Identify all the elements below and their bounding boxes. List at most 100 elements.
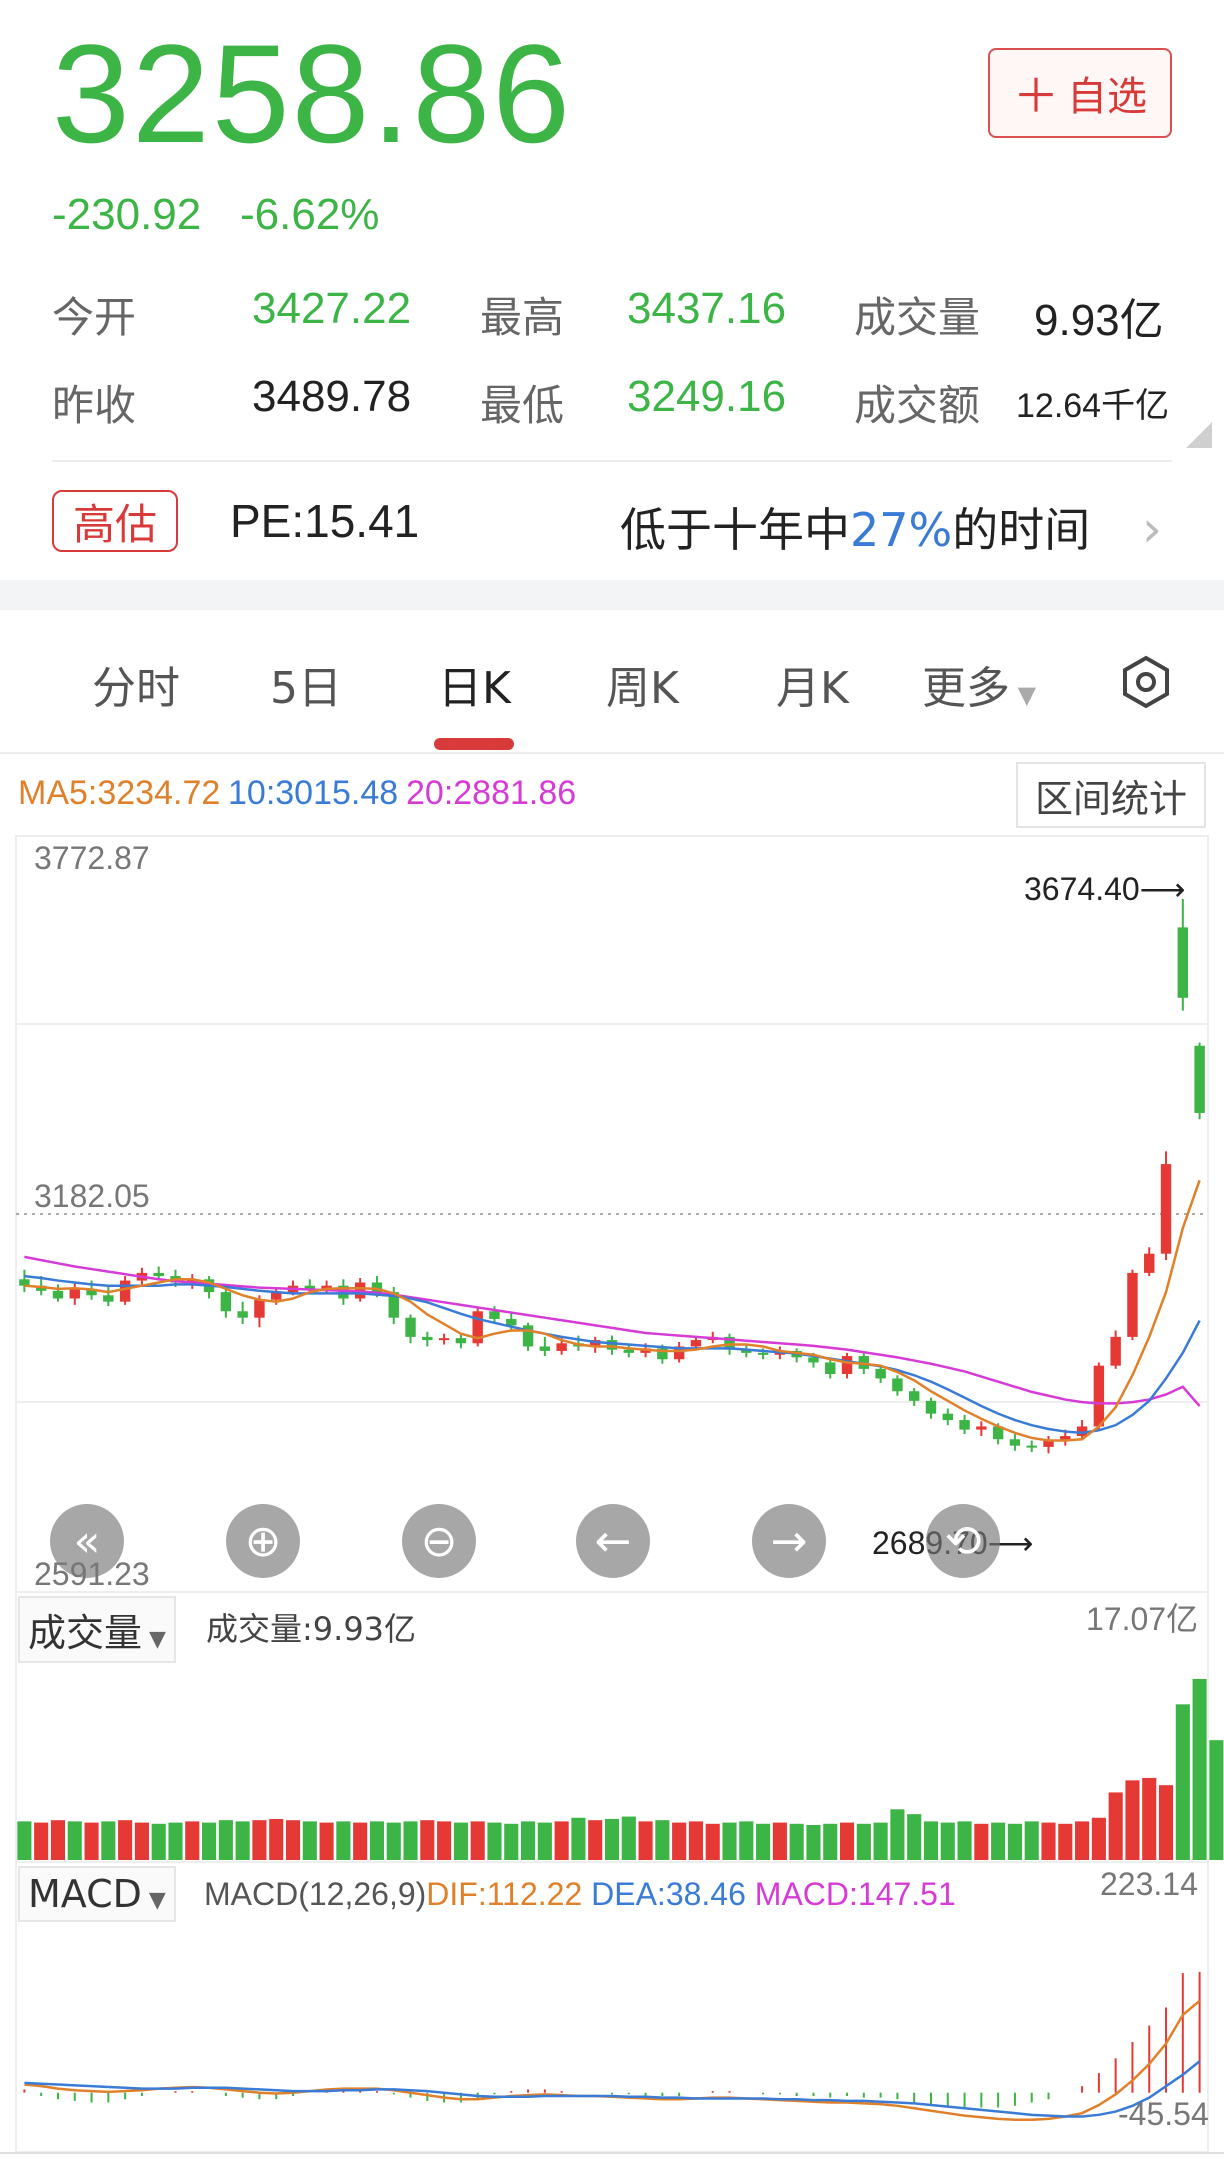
volume-bar: [1158, 1785, 1174, 1860]
caret-down-icon: ▼: [141, 1888, 166, 1913]
macd-plot: [23, 1971, 1201, 2121]
volume-bar: [772, 1822, 787, 1860]
volume-bar: [907, 1814, 922, 1860]
volume-bar: [252, 1820, 267, 1860]
candle-body: [606, 1340, 618, 1350]
volume-bar: [806, 1825, 821, 1860]
zoom-in-icon[interactable]: ⊕: [226, 1504, 300, 1578]
candle-body: [1110, 1336, 1121, 1366]
reset-icon[interactable]: ⟲: [926, 1504, 1000, 1578]
candle-body: [623, 1349, 634, 1353]
candles: [19, 899, 1205, 1454]
arrow-right-icon[interactable]: →: [752, 1504, 826, 1578]
volume-bar: [1142, 1777, 1157, 1860]
macd-selector-label: MACD: [28, 1872, 142, 1916]
dif-line: [24, 1999, 1201, 2121]
y-axis-mid: 3182.05: [34, 1178, 150, 1214]
zoom-out-icon[interactable]: ⊖: [402, 1504, 476, 1578]
volume-bar: [118, 1820, 133, 1860]
volume-bar: [336, 1821, 351, 1860]
macd-min: -45.54: [1118, 2096, 1209, 2132]
volume-bar: [269, 1818, 284, 1860]
macd-dea: DEA:38.46: [591, 1876, 746, 1912]
volume-bar: [218, 1820, 233, 1860]
high-marker-value: 3674.40: [1024, 871, 1140, 907]
volume-bar: [84, 1822, 99, 1860]
candle-body: [925, 1400, 937, 1414]
volume-bar: [1125, 1780, 1140, 1860]
volume-bar: [134, 1822, 149, 1860]
ma20-line: [24, 1255, 1201, 1407]
volume-bar: [705, 1823, 720, 1860]
volume-bar: [67, 1821, 82, 1860]
candle-body: [892, 1378, 903, 1392]
volume-bar: [839, 1822, 855, 1860]
candle-body: [1026, 1445, 1037, 1448]
volume-bar: [1041, 1822, 1056, 1860]
candle-body: [119, 1280, 131, 1302]
volume-bar: [168, 1822, 183, 1860]
volume-bar: [369, 1821, 385, 1860]
candle-body: [1127, 1272, 1138, 1337]
volume-bar: [1192, 1678, 1207, 1860]
candle-body: [757, 1352, 769, 1355]
y-axis-top: 3772.87: [34, 840, 150, 876]
candle-body: [976, 1426, 987, 1430]
volume-bar: [588, 1820, 603, 1860]
volume-bar: [386, 1822, 401, 1860]
volume-bar: [789, 1823, 804, 1860]
volume-bar: [285, 1820, 301, 1860]
candle-body: [254, 1299, 265, 1318]
macd-max: 223.14: [1100, 1866, 1198, 1902]
volume-bar: [823, 1823, 838, 1860]
candle-body: [875, 1368, 886, 1379]
volume-bar: [655, 1820, 670, 1860]
candle-body: [455, 1338, 467, 1344]
volume-bar: [621, 1816, 636, 1860]
volume-bar: [202, 1822, 217, 1860]
candle-body: [1177, 927, 1189, 998]
volume-bar: [974, 1823, 989, 1860]
candle-body: [237, 1311, 248, 1318]
volume-bar: [638, 1821, 653, 1860]
candle-body: [1009, 1439, 1021, 1446]
stock-chart[interactable]: [0, 0, 1224, 2169]
volume-bar: [991, 1822, 1006, 1860]
arrow-left-icon[interactable]: ←: [576, 1504, 650, 1578]
volume-bar: [17, 1821, 32, 1860]
caret-down-icon: ▼: [142, 1627, 166, 1652]
volume-bars: [17, 1678, 1224, 1860]
candle-body: [539, 1346, 551, 1351]
volume-bar: [739, 1821, 754, 1860]
volume-bar: [1209, 1740, 1224, 1860]
volume-selector[interactable]: 成交量 ▼: [18, 1596, 176, 1663]
volume-bar: [34, 1822, 49, 1860]
candle-body: [438, 1338, 450, 1341]
volume-bar: [1091, 1817, 1106, 1860]
macd-legend: MACD(12,26,9)DIF:112.22 DEA:38.46 MACD:1…: [204, 1876, 956, 1913]
volume-bar: [571, 1817, 586, 1860]
candle-body: [942, 1413, 953, 1421]
candle-body: [506, 1318, 517, 1326]
chart-grid: [15, 835, 1209, 2153]
candle-body: [1093, 1365, 1105, 1427]
volume-bar: [940, 1822, 955, 1860]
volume-bar: [101, 1821, 116, 1860]
volume-bar: [756, 1823, 771, 1860]
volume-selector-label: 成交量: [28, 1611, 143, 1655]
volume-bar: [554, 1821, 569, 1860]
candle-body: [556, 1343, 567, 1351]
macd-value: MACD:147.51: [754, 1876, 956, 1912]
volume-label: 成交量:9.93亿: [206, 1610, 417, 1648]
volume-bar: [1175, 1704, 1190, 1860]
volume-bar: [537, 1822, 552, 1860]
macd-selector[interactable]: MACD ▼: [18, 1866, 176, 1922]
fast-back-icon[interactable]: «: [50, 1504, 124, 1578]
dea-line: [24, 2060, 1201, 2118]
volume-bar: [504, 1823, 519, 1860]
volume-bar: [604, 1818, 620, 1860]
candle-body: [153, 1272, 164, 1277]
volume-bar: [856, 1823, 871, 1860]
volume-bar: [353, 1822, 368, 1860]
volume-bar: [470, 1821, 485, 1860]
